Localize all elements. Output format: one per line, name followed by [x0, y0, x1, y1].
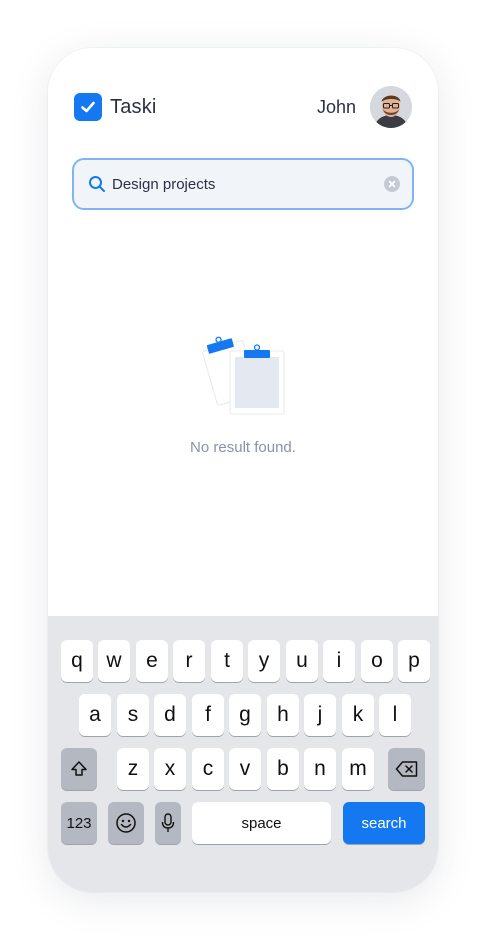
key-b[interactable]: b [267, 748, 299, 790]
backspace-key[interactable] [388, 748, 425, 790]
shift-icon [71, 761, 87, 776]
search-icon [89, 176, 105, 192]
key-e[interactable]: e [136, 640, 168, 682]
phone-frame: Taski John Design projects No result fou… [48, 48, 438, 892]
key-q[interactable]: q [61, 640, 93, 682]
key-h[interactable]: h [267, 694, 299, 736]
clear-icon[interactable] [384, 176, 400, 192]
emoji-key[interactable] [108, 802, 144, 844]
key-j[interactable]: j [304, 694, 336, 736]
clipboard-illustration [202, 336, 285, 415]
key-n[interactable]: n [304, 748, 336, 790]
on-screen-keyboard: q w e r t y u i o p a s d f g h j k l z … [48, 616, 438, 892]
key-w[interactable]: w [98, 640, 130, 682]
key-f[interactable]: f [192, 694, 224, 736]
key-m[interactable]: m [342, 748, 374, 790]
key-a[interactable]: a [79, 694, 111, 736]
space-key[interactable]: space [192, 802, 331, 844]
key-s[interactable]: s [117, 694, 149, 736]
key-d[interactable]: d [154, 694, 186, 736]
key-x[interactable]: x [154, 748, 186, 790]
key-z[interactable]: z [117, 748, 149, 790]
app-logo [74, 93, 102, 121]
avatar[interactable] [370, 86, 412, 128]
key-k[interactable]: k [342, 694, 374, 736]
key-t[interactable]: t [211, 640, 243, 682]
key-y[interactable]: y [248, 640, 280, 682]
key-i[interactable]: i [323, 640, 355, 682]
emoji-icon [116, 813, 136, 833]
app-name: Taski [110, 95, 157, 118]
backspace-icon [395, 761, 417, 777]
key-r[interactable]: r [173, 640, 205, 682]
search-key[interactable]: search [343, 802, 425, 844]
search-input[interactable] [112, 175, 384, 193]
empty-state: No result found. [48, 331, 438, 471]
key-u[interactable]: u [286, 640, 318, 682]
empty-state-message: No result found. [190, 439, 296, 456]
key-v[interactable]: v [229, 748, 261, 790]
shift-key[interactable] [61, 748, 97, 790]
check-icon [81, 101, 95, 113]
user-name[interactable]: John [317, 97, 356, 118]
app-header: Taski John [74, 85, 412, 129]
microphone-key[interactable] [155, 802, 181, 844]
key-c[interactable]: c [192, 748, 224, 790]
key-l[interactable]: l [379, 694, 411, 736]
search-bar[interactable] [72, 158, 414, 210]
numbers-key[interactable]: 123 [61, 802, 97, 844]
key-p[interactable]: p [398, 640, 430, 682]
key-g[interactable]: g [229, 694, 261, 736]
key-o[interactable]: o [361, 640, 393, 682]
microphone-icon [161, 813, 175, 832]
